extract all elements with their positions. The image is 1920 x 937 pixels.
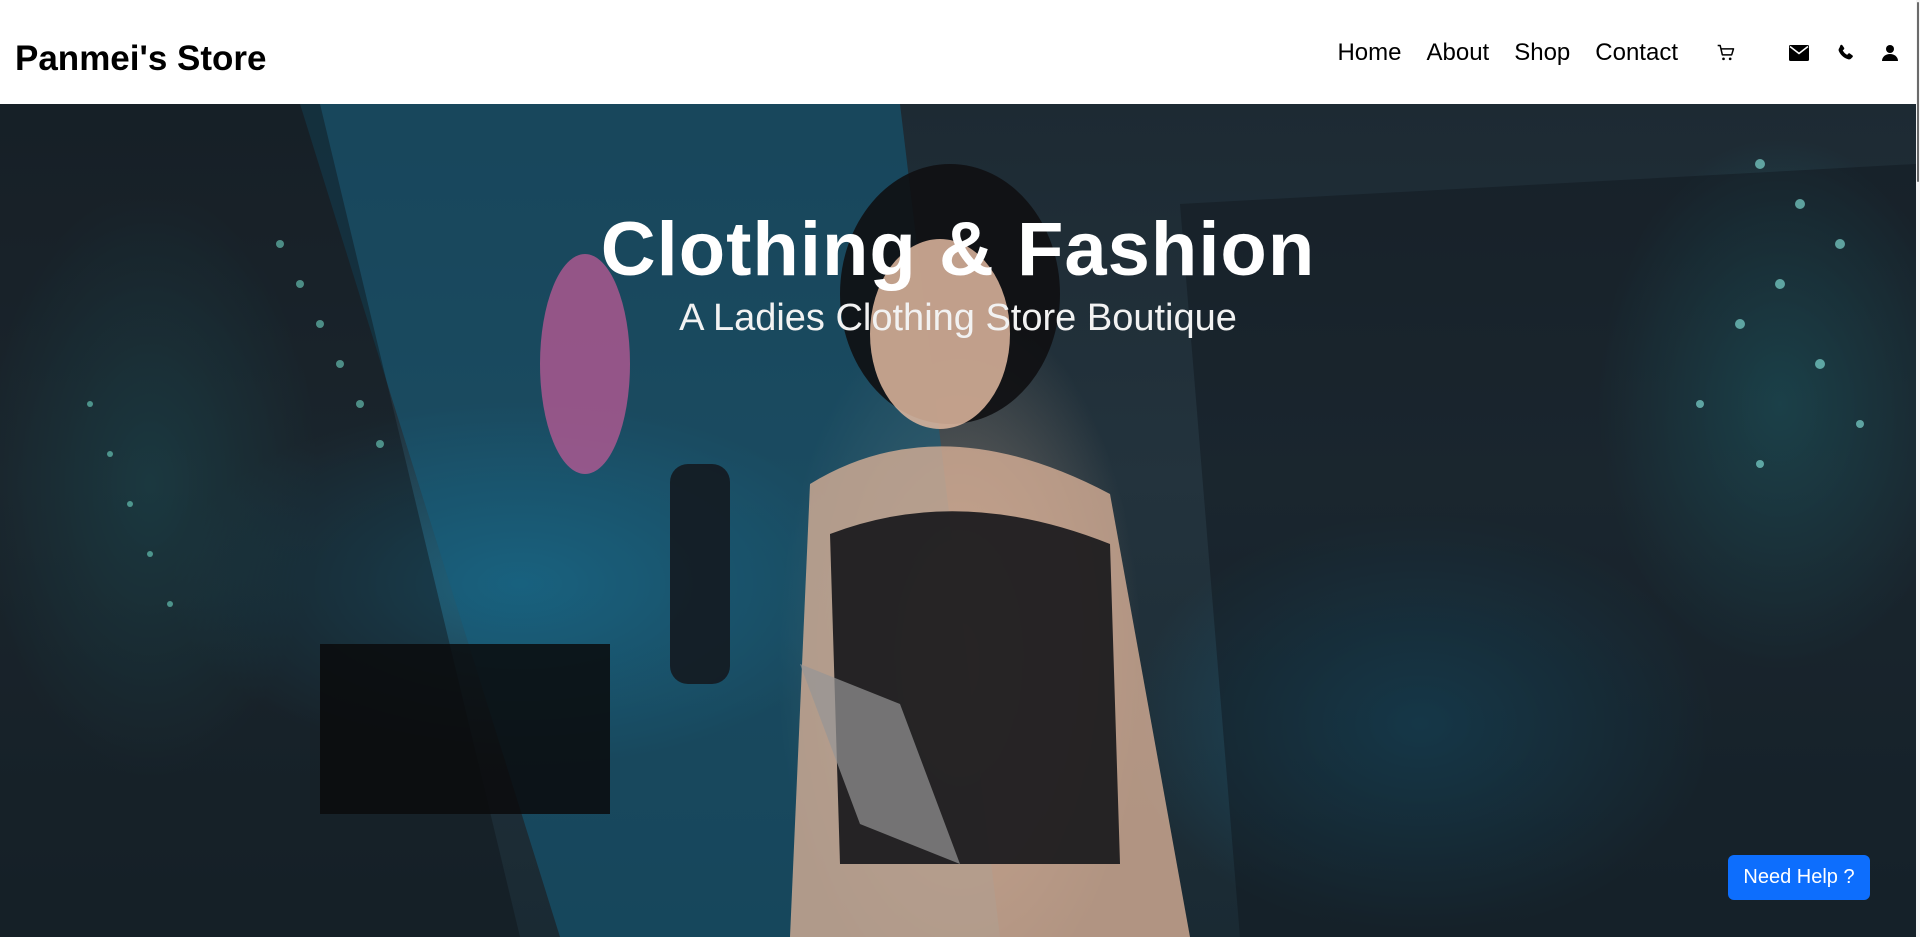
- hero-title: Clothing & Fashion: [600, 207, 1316, 292]
- nav-contact[interactable]: Contact: [1595, 39, 1678, 67]
- hero-subtitle: A Ladies Clothing Store Boutique: [679, 297, 1237, 339]
- phone-icon[interactable]: [1833, 41, 1857, 65]
- nav-home[interactable]: Home: [1337, 39, 1401, 67]
- brand-logo[interactable]: Panmei's Store: [15, 39, 266, 79]
- vertical-scrollbar[interactable]: [1916, 0, 1920, 937]
- page: Panmei's Store Home About Shop Contact C…: [0, 0, 1920, 937]
- site-header: Panmei's Store Home About Shop Contact: [0, 0, 1916, 104]
- user-icon[interactable]: [1878, 41, 1902, 65]
- cart-icon[interactable]: [1714, 41, 1738, 65]
- nav-shop[interactable]: Shop: [1514, 39, 1570, 67]
- hero-text: Clothing & Fashion A Ladies Clothing Sto…: [0, 204, 1916, 340]
- hero-banner: Clothing & Fashion A Ladies Clothing Sto…: [0, 104, 1916, 937]
- mail-icon[interactable]: [1787, 41, 1811, 65]
- main-nav: Home About Shop Contact: [1337, 39, 1902, 67]
- nav-about[interactable]: About: [1427, 39, 1490, 67]
- scrollbar-thumb[interactable]: [1917, 2, 1919, 182]
- need-help-button[interactable]: Need Help ?: [1728, 855, 1870, 900]
